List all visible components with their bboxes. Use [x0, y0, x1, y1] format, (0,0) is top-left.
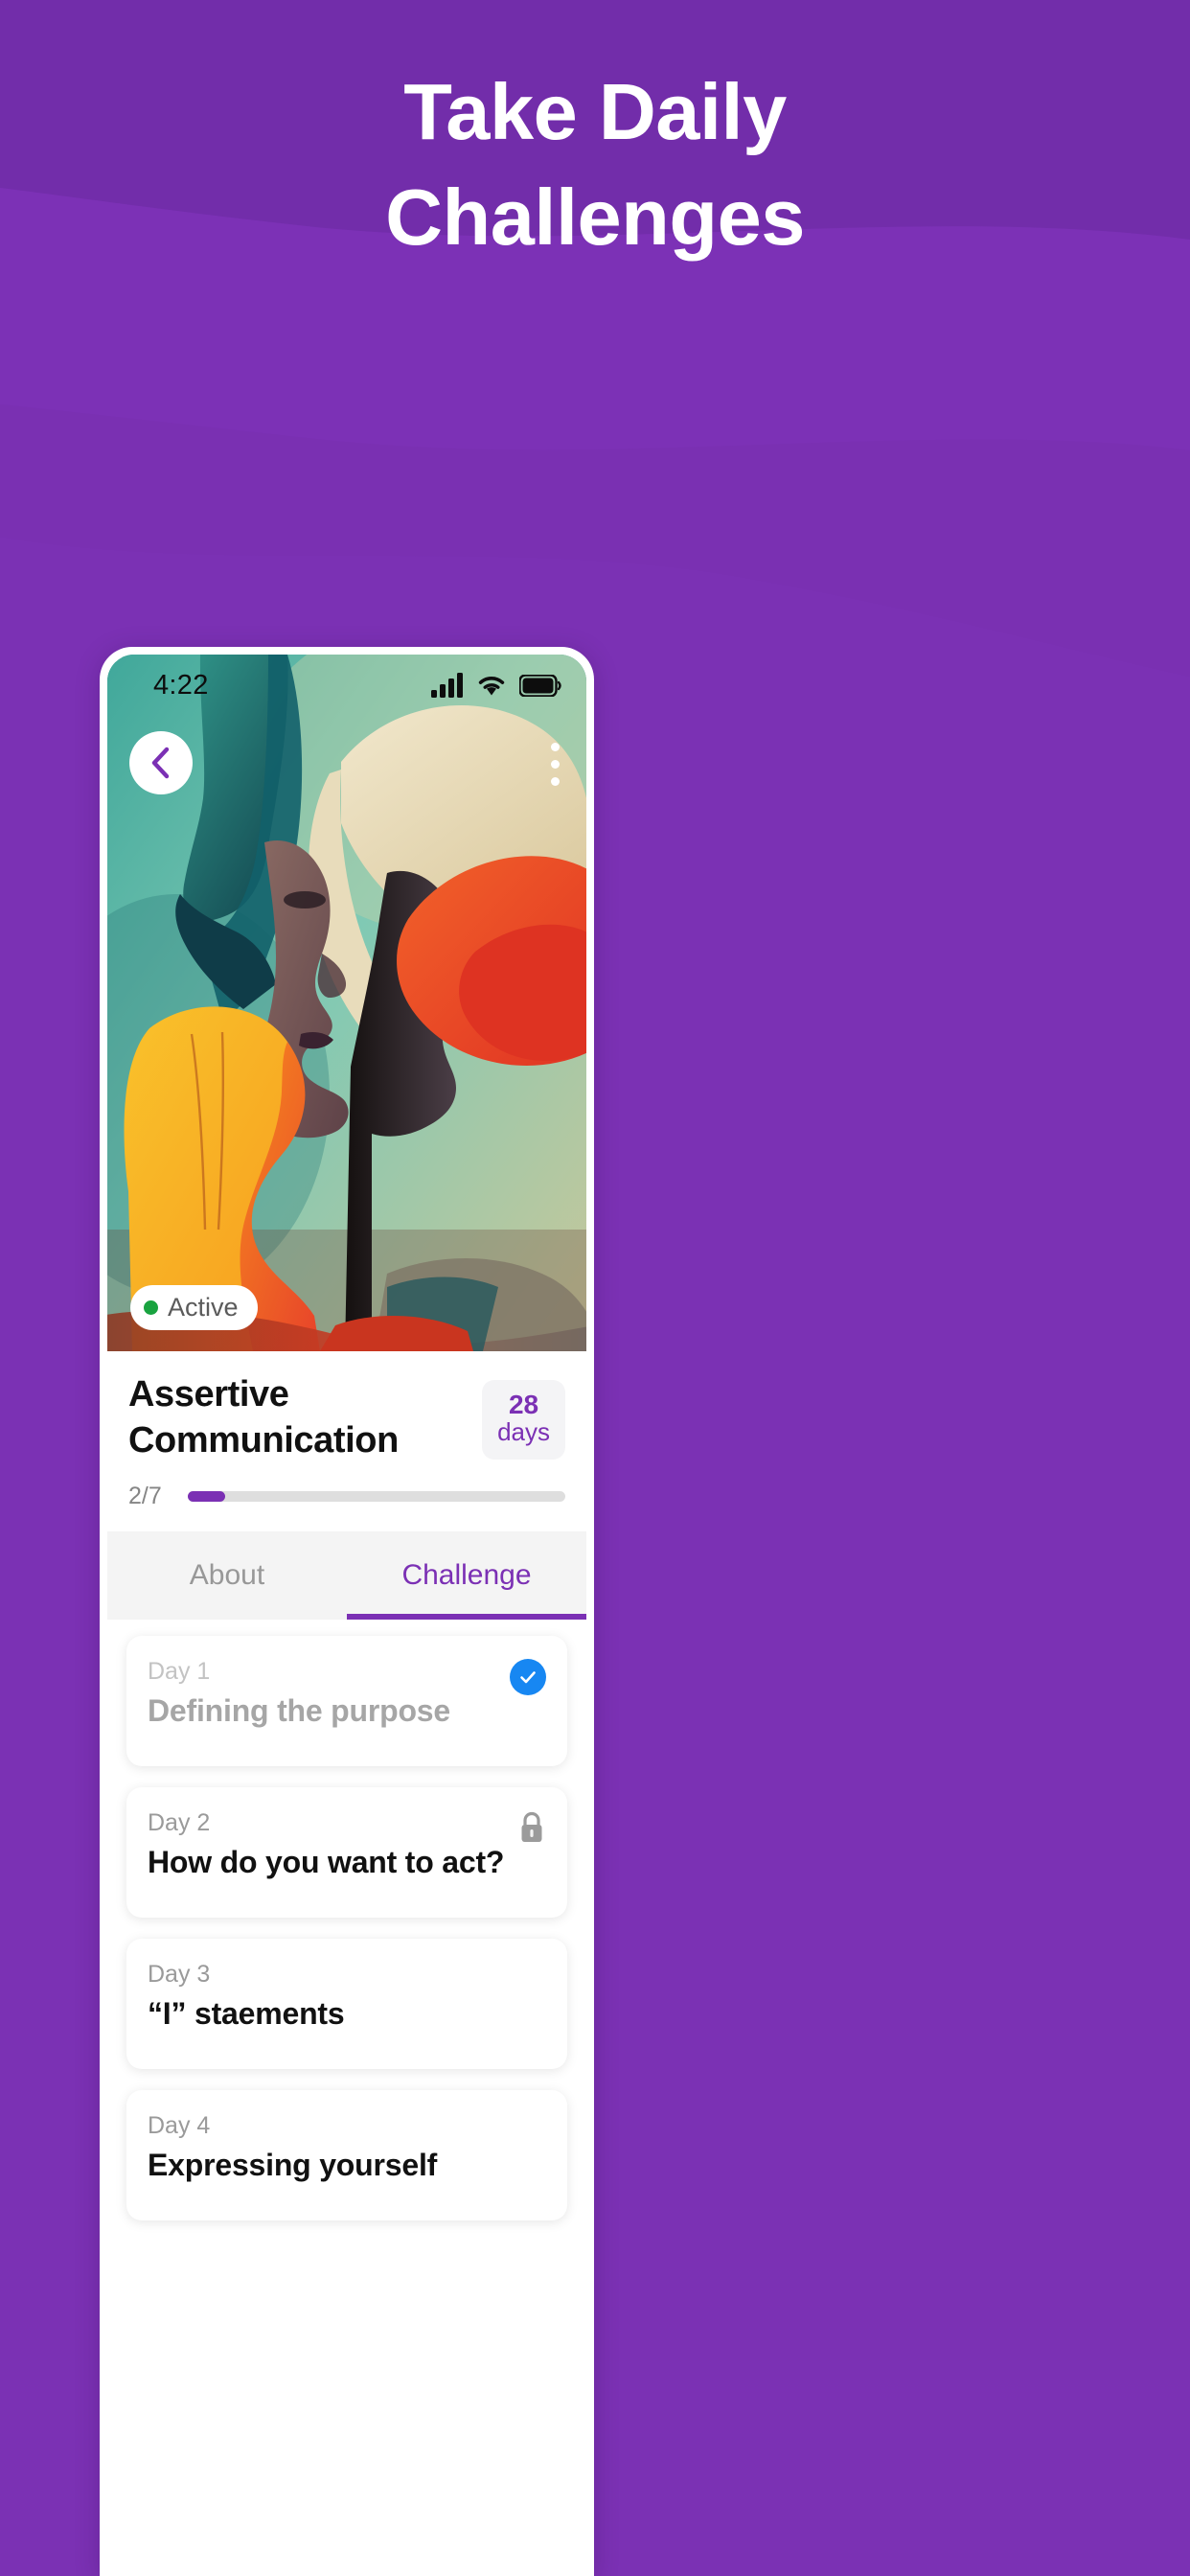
lock-icon: [521, 1811, 542, 1842]
phone-mockup: 4:22 Active Assertive Communication 28 d…: [100, 647, 594, 2576]
challenge-hero-image: 4:22 Active: [107, 655, 586, 1351]
day-title: Expressing yourself: [148, 2147, 438, 2182]
back-button[interactable]: [129, 731, 193, 794]
day-number: Day 3: [148, 1961, 211, 1988]
status-time: 4:22: [153, 669, 209, 701]
chevron-left-icon: [151, 747, 170, 779]
duration-unit: days: [497, 1417, 550, 1447]
promo-headline: Take Daily Challenges: [0, 59, 1190, 269]
more-vertical-icon: [551, 760, 560, 769]
day-number: Day 4: [148, 2112, 211, 2139]
status-bar: 4:22: [107, 655, 586, 716]
day-number: Day 2: [148, 1809, 211, 1836]
day-list: Day 1 Defining the purpose Day 2 How do …: [107, 1620, 586, 2220]
day-status: [517, 1810, 546, 1850]
duration-badge: 28 days: [482, 1380, 565, 1460]
day-number: Day 1: [148, 1658, 211, 1685]
status-badge-label: Active: [168, 1293, 239, 1322]
tab-bar: About Challenge: [107, 1531, 586, 1620]
status-icons: [431, 673, 561, 698]
list-item[interactable]: Day 4 Expressing yourself: [126, 2090, 567, 2220]
challenge-title-row: Assertive Communication 28 days: [107, 1351, 586, 1463]
day-title: How do you want to act?: [148, 1844, 505, 1879]
battery-full-icon: [519, 674, 561, 697]
tab-challenge[interactable]: Challenge: [347, 1531, 586, 1620]
list-item[interactable]: Day 1 Defining the purpose: [126, 1636, 567, 1766]
progress-bar-fill: [188, 1491, 226, 1502]
status-dot-icon: [144, 1300, 158, 1315]
day-title: Defining the purpose: [148, 1692, 451, 1728]
headline-line-1: Take Daily: [403, 67, 787, 156]
list-item[interactable]: Day 2 How do you want to act?: [126, 1787, 567, 1918]
page-title: Assertive Communication: [128, 1374, 399, 1460]
tab-about[interactable]: About: [107, 1531, 347, 1620]
progress-bar: [188, 1491, 565, 1502]
day-title: “I” staements: [148, 1995, 345, 2031]
progress-row: 2/7: [107, 1463, 586, 1510]
list-item[interactable]: Day 3 “I” staements: [126, 1939, 567, 2069]
more-vertical-icon: [551, 743, 560, 751]
more-options-button[interactable]: [547, 739, 563, 790]
day-status: [510, 1659, 546, 1695]
more-vertical-icon: [551, 777, 560, 786]
progress-label: 2/7: [128, 1483, 162, 1509]
check-circle-icon: [510, 1659, 546, 1695]
status-badge: Active: [130, 1285, 258, 1330]
duration-number: 28: [508, 1390, 539, 1419]
wifi-icon: [478, 677, 505, 696]
headline-line-2: Challenges: [385, 172, 805, 262]
phone-screen: 4:22 Active Assertive Communication 28 d…: [107, 655, 586, 2576]
signal-bars-icon: [431, 673, 463, 698]
